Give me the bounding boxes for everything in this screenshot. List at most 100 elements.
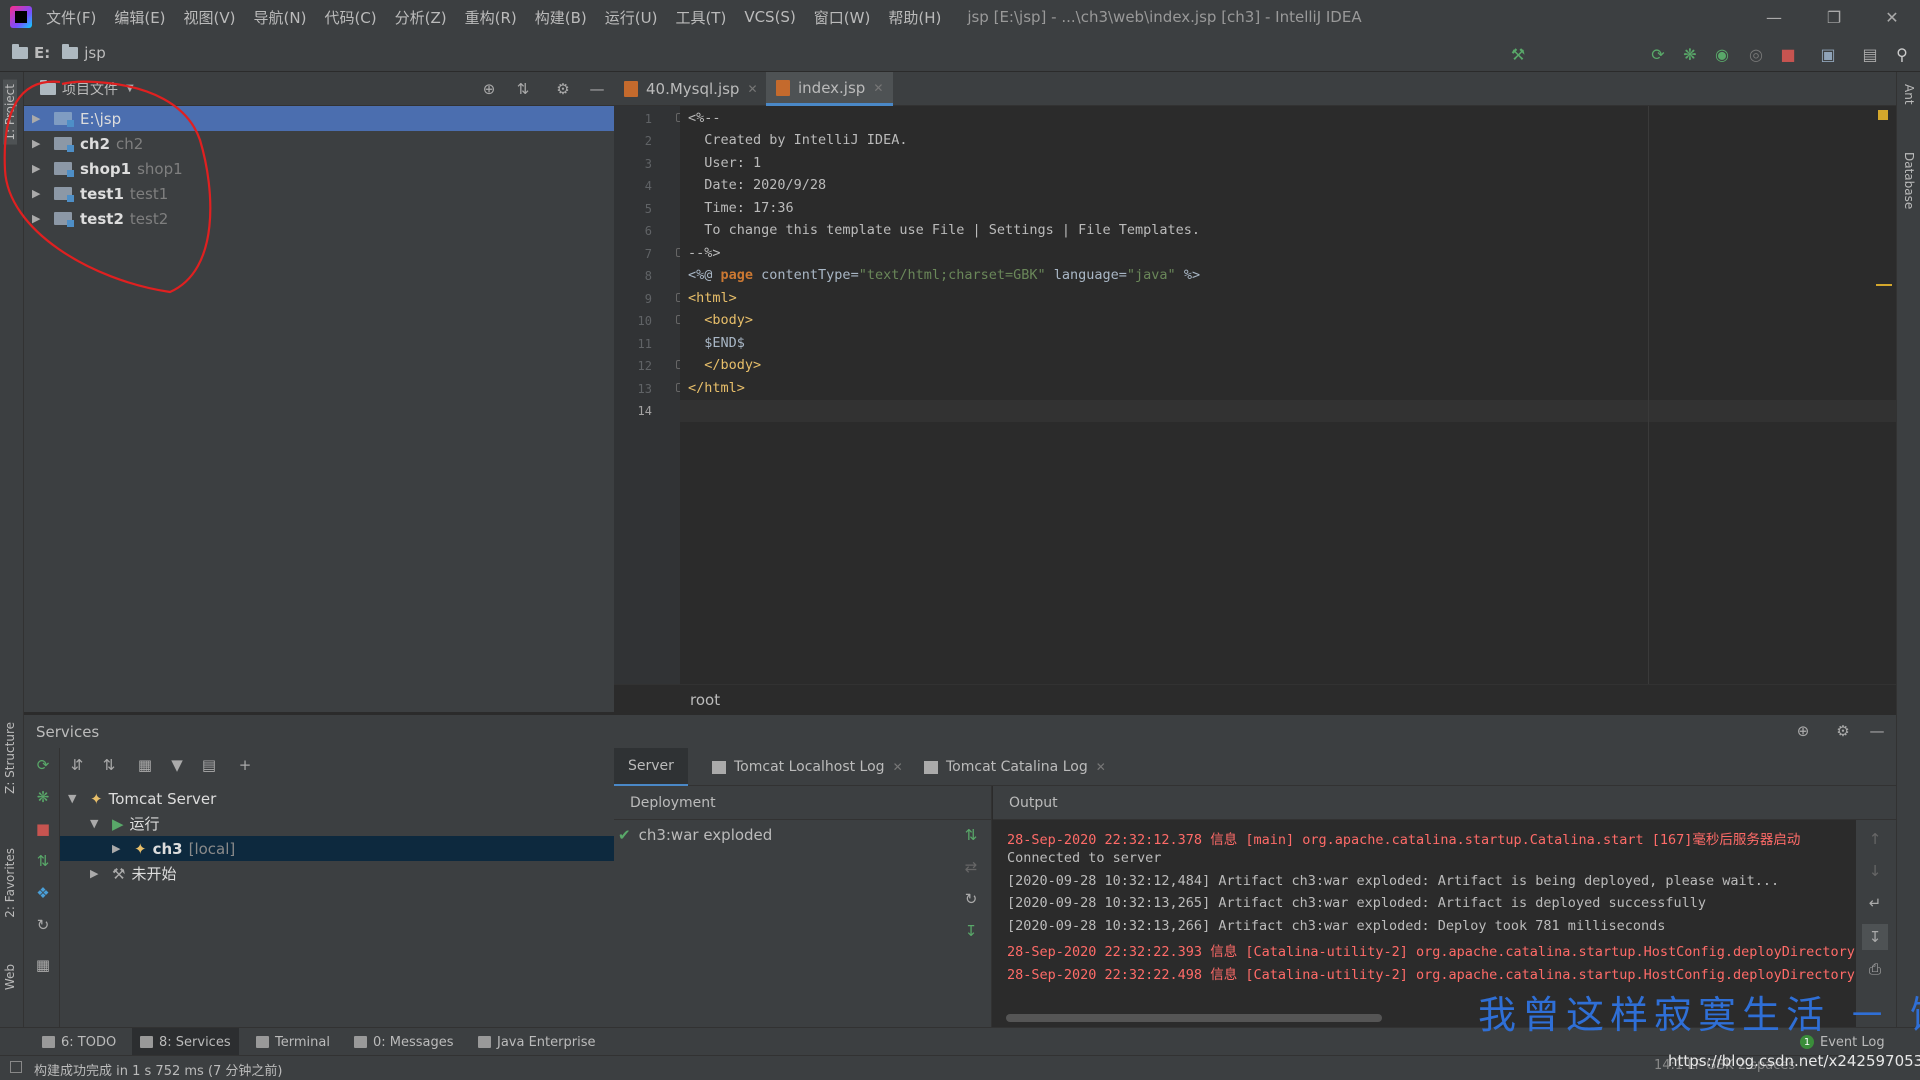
tab-index-jsp[interactable]: index.jsp ✕ xyxy=(766,72,894,106)
add-service-icon[interactable]: + xyxy=(236,756,254,774)
refresh-icon[interactable]: ↻ xyxy=(34,916,52,934)
tool-messages[interactable]: 0: Messages xyxy=(354,1028,454,1056)
debug-bug-icon[interactable]: ❋ xyxy=(34,788,52,806)
refresh-icon[interactable]: ↻ xyxy=(962,890,980,908)
menu-refactor[interactable]: 重构(R) xyxy=(465,7,517,28)
tool-tab-structure[interactable]: Z: Structure xyxy=(3,722,17,794)
expand-arrow-icon[interactable]: ▶ xyxy=(90,867,102,880)
menu-code[interactable]: 代码(C) xyxy=(324,7,376,28)
close-tab-icon[interactable]: ✕ xyxy=(873,81,883,95)
hide-panel-icon[interactable]: — xyxy=(588,80,606,98)
tool-tab-database[interactable]: Database xyxy=(1902,152,1916,209)
deploy-icon[interactable]: ⇅ xyxy=(962,826,980,844)
service-tomcat-server[interactable]: ▼ ✦ Tomcat Server xyxy=(60,786,614,811)
deployment-item[interactable]: ✔ ch3:war exploded xyxy=(618,826,772,844)
profile-icon[interactable]: ◎ xyxy=(1746,44,1766,64)
undeploy-icon[interactable]: ⇄ xyxy=(962,858,980,876)
service-ch3-local[interactable]: ▶ ✦ ch3 [local] xyxy=(60,836,614,861)
tool-todo[interactable]: 6: TODO xyxy=(42,1028,116,1056)
debug-bug-icon[interactable]: ❋ xyxy=(1680,44,1700,64)
build-hammer-icon[interactable]: ⚒ xyxy=(1508,44,1528,64)
output-scrollbar[interactable] xyxy=(1006,1014,1382,1022)
service-group-not-started[interactable]: ▶ ⚒ 未开始 xyxy=(60,861,614,886)
stop-icon[interactable]: ■ xyxy=(1778,44,1798,64)
locate-icon[interactable]: ⊕ xyxy=(480,80,498,98)
collapse-all-icon[interactable]: ⇅ xyxy=(514,80,532,98)
presentation-icon[interactable]: ▤ xyxy=(1860,44,1880,64)
print-icon[interactable]: ⎙ xyxy=(1866,960,1884,978)
tab-server[interactable]: Server xyxy=(614,748,688,786)
close-tab-icon[interactable]: ✕ xyxy=(893,760,903,774)
tool-java-enterprise[interactable]: Java Enterprise xyxy=(478,1028,595,1056)
tool-services[interactable]: 8: Services xyxy=(132,1028,239,1056)
tree-item-shop1[interactable]: ▶ shop1 shop1 xyxy=(24,156,614,181)
menu-tools[interactable]: 工具(T) xyxy=(675,7,726,28)
restore-button[interactable]: ❐ xyxy=(1806,0,1862,34)
menu-edit[interactable]: 编辑(E) xyxy=(114,7,165,28)
gear-icon[interactable]: ⚙ xyxy=(1834,722,1852,740)
editor-breadcrumb[interactable]: root xyxy=(690,691,720,709)
tree-item-test2[interactable]: ▶ test2 test2 xyxy=(24,206,614,231)
menu-window[interactable]: 窗口(W) xyxy=(814,7,871,28)
tree-item-test1[interactable]: ▶ test1 test1 xyxy=(24,181,614,206)
collapse-arrow-icon[interactable]: ▼ xyxy=(90,817,102,830)
tab-mysql-jsp[interactable]: 40.Mysql.jsp ✕ xyxy=(614,72,768,106)
menu-navigate[interactable]: 导航(N) xyxy=(254,7,307,28)
rerun-icon[interactable]: ⟳ xyxy=(34,756,52,774)
expand-arrow-icon[interactable]: ▶ xyxy=(32,137,44,150)
service-group-running[interactable]: ▼ ▶ 运行 xyxy=(60,811,614,836)
expand-arrow-icon[interactable]: ▶ xyxy=(32,162,44,175)
tool-tab-favorites[interactable]: 2: Favorites xyxy=(3,848,17,918)
group-by-icon[interactable]: ▦ xyxy=(136,756,154,774)
menu-view[interactable]: 视图(V) xyxy=(184,7,236,28)
layout-icon[interactable]: ▦ xyxy=(34,956,52,974)
deploy-icon[interactable]: ⇅ xyxy=(34,852,52,870)
breadcrumb-drive[interactable]: E: xyxy=(12,43,50,62)
expand-all-icon[interactable]: ⇵ xyxy=(68,756,86,774)
stop-icon[interactable]: ■ xyxy=(34,820,52,838)
expand-arrow-icon[interactable]: ▶ xyxy=(32,112,44,125)
status-message[interactable]: 构建成功完成 in 1 s 752 ms (7 分钟之前) xyxy=(34,1060,283,1079)
arrow-up-icon[interactable]: ↑ xyxy=(1866,830,1884,848)
menu-vcs[interactable]: VCS(S) xyxy=(744,8,795,26)
close-window-button[interactable]: ✕ xyxy=(1864,0,1920,34)
close-tab-icon[interactable]: ✕ xyxy=(1096,760,1106,774)
filter-icon[interactable]: ▼ xyxy=(168,756,186,774)
update-icon[interactable]: ↧ xyxy=(962,922,980,940)
chevron-down-icon[interactable]: ▼ xyxy=(126,83,134,94)
project-structure-icon[interactable]: ▣ xyxy=(1818,44,1838,64)
tab-localhost-log[interactable]: Tomcat Localhost Log ✕ xyxy=(698,748,917,786)
coverage-icon[interactable]: ◉ xyxy=(1712,44,1732,64)
artifact-icon[interactable]: ❖ xyxy=(34,884,52,902)
tree-item-ch2[interactable]: ▶ ch2 ch2 xyxy=(24,131,614,156)
code-editor[interactable]: <%-- Created by IntelliJ IDEA. User: 1 D… xyxy=(680,106,1896,684)
collapse-arrow-icon[interactable]: ▼ xyxy=(68,792,80,805)
error-stripe-mark[interactable] xyxy=(1876,284,1892,286)
locate-icon[interactable]: ⊕ xyxy=(1794,722,1812,740)
menu-build[interactable]: 构建(B) xyxy=(535,7,587,28)
tab-catalina-log[interactable]: Tomcat Catalina Log ✕ xyxy=(910,748,1120,786)
tool-tab-web[interactable]: Web xyxy=(3,964,17,990)
project-view-select[interactable]: 项目文件 xyxy=(62,79,118,99)
menu-analyze[interactable]: 分析(Z) xyxy=(395,7,447,28)
soft-wrap-icon[interactable]: ↵ xyxy=(1866,894,1884,912)
hide-panel-icon[interactable]: — xyxy=(1868,722,1886,740)
menu-file[interactable]: 文件(F) xyxy=(46,7,96,28)
search-icon[interactable]: ⚲ xyxy=(1892,44,1912,64)
menu-help[interactable]: 帮助(H) xyxy=(888,7,941,28)
new-tab-icon[interactable]: ▤ xyxy=(200,756,218,774)
minimize-button[interactable]: — xyxy=(1746,0,1802,34)
tree-item-root[interactable]: ▶ E:\jsp xyxy=(24,106,614,131)
tool-terminal[interactable]: Terminal xyxy=(256,1028,330,1056)
gear-icon[interactable]: ⚙ xyxy=(554,80,572,98)
menu-run[interactable]: 运行(U) xyxy=(605,7,658,28)
tool-windows-toggle-icon[interactable] xyxy=(10,1061,22,1073)
tool-tab-project[interactable]: 1: Project xyxy=(3,80,17,145)
rerun-icon[interactable]: ⟳ xyxy=(1648,44,1668,64)
warning-marker-icon[interactable] xyxy=(1878,110,1888,120)
expand-arrow-icon[interactable]: ▶ xyxy=(112,842,124,855)
arrow-down-icon[interactable]: ↓ xyxy=(1866,862,1884,880)
close-tab-icon[interactable]: ✕ xyxy=(747,82,757,96)
tool-tab-ant[interactable]: Ant xyxy=(1902,84,1916,105)
collapse-all-icon[interactable]: ⇅ xyxy=(100,756,118,774)
